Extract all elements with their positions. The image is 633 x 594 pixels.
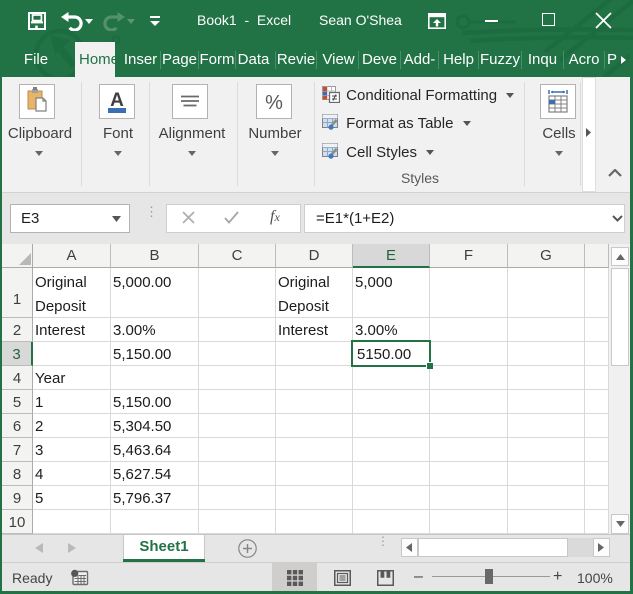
svg-text:%: %: [265, 92, 283, 114]
svg-text:A: A: [110, 90, 124, 111]
